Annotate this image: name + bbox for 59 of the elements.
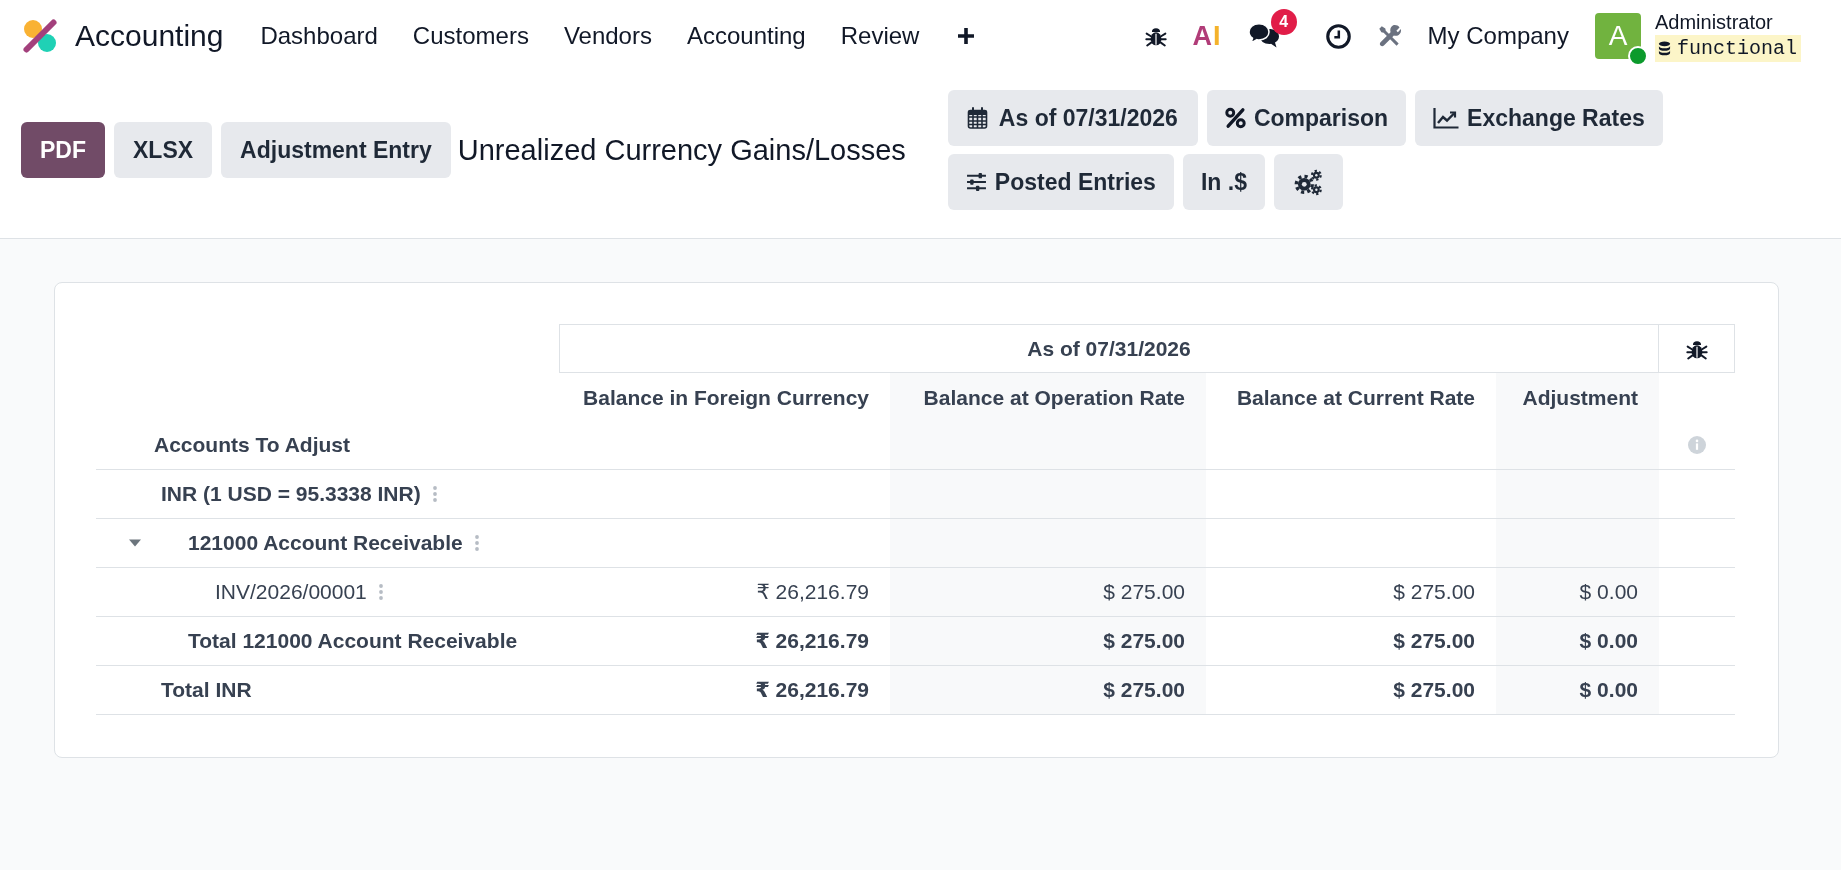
gears-icon [1293, 168, 1323, 196]
table-cell-text: $ 275.00 [1392, 629, 1476, 653]
table-cell-text: $ 275.00 [1102, 629, 1186, 653]
app-name[interactable]: Accounting [75, 19, 224, 53]
menu-item[interactable]: Review [840, 22, 920, 50]
table-cell-text: $ 0.00 [1578, 629, 1639, 653]
caret-icon[interactable] [129, 537, 141, 549]
vertical-dots-icon[interactable] [432, 486, 437, 502]
company-switcher[interactable]: My Company [1427, 22, 1569, 50]
bug-icon[interactable] [1144, 25, 1167, 47]
action-button[interactable]: XLSX [114, 122, 213, 178]
row-header: Accounts To Adjust [153, 432, 351, 458]
line-chart-icon [1433, 107, 1460, 129]
table-cell-text: $ 275.00 [1102, 580, 1186, 604]
column-header[interactable]: Balance in Foreign Currency [559, 373, 890, 410]
settings-button[interactable] [1273, 154, 1343, 210]
sliders-icon [965, 171, 987, 193]
row-label: INR (1 USD = 95.3338 INR) [161, 482, 421, 506]
vertical-dots-icon[interactable] [378, 584, 383, 600]
clock-icon[interactable] [1325, 23, 1351, 49]
table-cell-text: $ 275.00 [1102, 678, 1186, 702]
calendar-icon [966, 107, 988, 129]
date-filter-button[interactable]: As of 07/31/2026 [947, 90, 1198, 146]
chat-icon[interactable] [1247, 22, 1280, 50]
row-label[interactable]: INV/2026/00001 [215, 580, 367, 604]
table-cell-text: $ 275.00 [1392, 678, 1476, 702]
percent-icon [1224, 107, 1246, 129]
database-icon [1657, 40, 1671, 56]
table-cell-text: ₹ 26,216.79 [754, 629, 870, 653]
menu-item[interactable]: Dashboard [260, 22, 378, 50]
table-cell-text: $ 0.00 [1578, 678, 1639, 702]
column-header[interactable]: Adjustment [1496, 373, 1659, 410]
action-button[interactable]: Adjustment Entry [221, 122, 451, 178]
column-group-header: As of 07/31/2026 [559, 324, 1659, 373]
table-cell-text: ₹ 26,216.79 [755, 580, 870, 604]
ai-button[interactable]: AI [1192, 20, 1222, 52]
plus-icon[interactable] [957, 27, 976, 45]
notification-badge: 4 [1270, 9, 1297, 35]
column-header[interactable]: Balance at Current Rate [1206, 373, 1496, 410]
table-cell-text: $ 0.00 [1578, 580, 1639, 604]
action-button[interactable]: PDF [21, 122, 105, 178]
comparison-button[interactable]: Comparison [1206, 90, 1407, 146]
row-label[interactable]: 121000 Account Receivable [188, 531, 463, 555]
table-cell-text: ₹ 26,216.79 [754, 678, 870, 702]
user-name[interactable]: Administrator [1654, 10, 1801, 33]
database-name: functional [1676, 36, 1797, 60]
logo-icon[interactable] [21, 17, 59, 55]
entries-filter-button[interactable]: Posted Entries [947, 154, 1174, 210]
column-header[interactable]: Balance at Operation Rate [890, 373, 1206, 410]
menu-item[interactable]: Vendors [563, 22, 652, 50]
row-label: Total INR [161, 678, 252, 702]
report-title: Unrealized Currency Gains/Losses [457, 133, 906, 167]
currency-button[interactable]: In .$ [1182, 154, 1265, 210]
menu-item[interactable]: Customers [412, 22, 529, 50]
menu-item[interactable]: Accounting [686, 22, 806, 50]
exchange-rates-button[interactable]: Exchange Rates [1415, 90, 1663, 146]
table-cell-text: $ 275.00 [1392, 580, 1476, 604]
vertical-dots-icon[interactable] [474, 535, 479, 551]
row-label: Total 121000 Account Receivable [188, 629, 518, 653]
